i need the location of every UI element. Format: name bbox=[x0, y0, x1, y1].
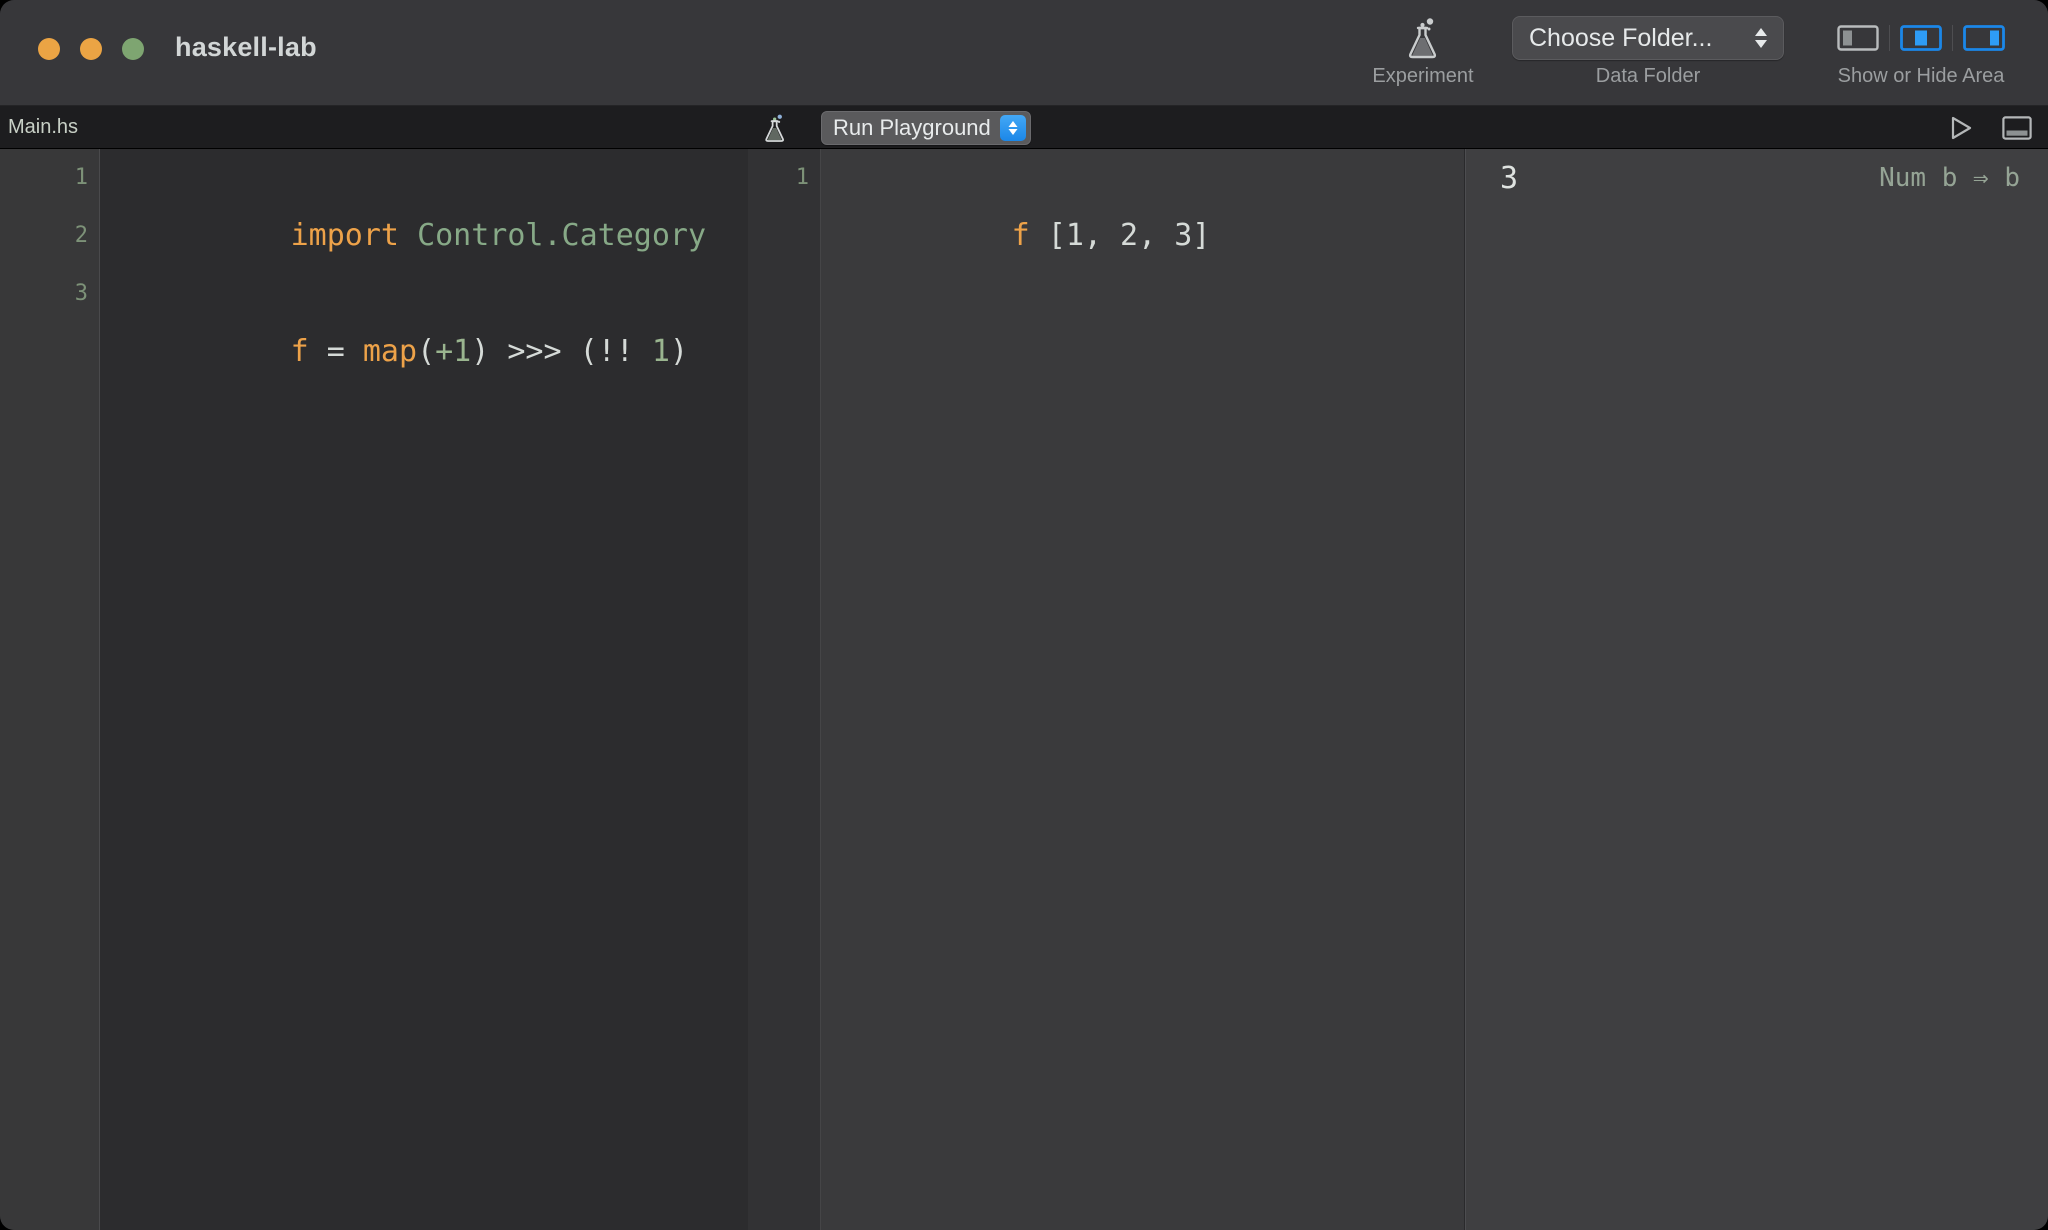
code-token: f bbox=[1011, 218, 1030, 253]
experiment-label: Experiment bbox=[1372, 65, 1474, 87]
toggle-bottom-panel-icon[interactable] bbox=[2000, 113, 2034, 143]
tab-main-hs[interactable]: Main.hs bbox=[8, 116, 78, 139]
line-number: 1 bbox=[795, 165, 809, 190]
line-number: 1 bbox=[74, 165, 88, 190]
flask-icon bbox=[1363, 16, 1483, 60]
line-number: 2 bbox=[74, 223, 88, 248]
playground-pane[interactable]: 1 f [1, 2, 3] bbox=[748, 149, 1465, 1230]
tab-strip-right-buttons bbox=[1944, 110, 2034, 146]
code-token: 2 bbox=[1120, 218, 1139, 253]
code-token: , bbox=[1138, 218, 1175, 253]
code-token: [ bbox=[1029, 218, 1066, 253]
minimize-button[interactable] bbox=[80, 38, 102, 60]
code-token: 1 bbox=[1065, 218, 1084, 253]
window-title: haskell-lab bbox=[175, 32, 317, 62]
chevron-up-down-icon bbox=[1751, 23, 1771, 53]
code-token: import bbox=[290, 218, 418, 253]
show-hide-area-toolbar-item: Show or Hide Area bbox=[1806, 16, 2036, 88]
run-play-icon[interactable] bbox=[1944, 113, 1978, 143]
code-line: f [1, 2, 3] bbox=[822, 149, 1465, 253]
chevron-up-down-icon bbox=[999, 115, 1026, 141]
run-playground-label: Run Playground bbox=[833, 115, 991, 140]
code-token: f bbox=[290, 334, 309, 369]
toggle-right-area-button[interactable] bbox=[1953, 16, 2015, 60]
code-token: = bbox=[308, 334, 363, 369]
show-hide-area-label: Show or Hide Area bbox=[1837, 65, 2005, 87]
editor-gutter: 1 2 3 bbox=[0, 149, 100, 1230]
result-type-signature: Num b ⇒ b bbox=[1879, 163, 2020, 193]
code-line: import Control.Category bbox=[101, 149, 748, 253]
code-token: Control.Category bbox=[417, 218, 707, 253]
choose-folder-value: Choose Folder... bbox=[1529, 23, 1713, 52]
code-token: 1 bbox=[651, 334, 670, 369]
code-token: 3 bbox=[1174, 218, 1193, 253]
data-folder-label: Data Folder bbox=[1595, 65, 1701, 87]
code-token: ( bbox=[417, 334, 436, 369]
results-pane: 3 Num b ⇒ b bbox=[1465, 149, 2048, 1230]
code-token: ) bbox=[669, 334, 688, 369]
code-token: map bbox=[362, 334, 418, 369]
tab-strip: Main.hs Run Playground bbox=[0, 106, 2048, 149]
playground-gutter: 1 bbox=[748, 149, 821, 1230]
code-token: ) >>> (!! bbox=[471, 334, 652, 369]
flask-icon bbox=[757, 110, 793, 146]
choose-folder-popup-button[interactable]: Choose Folder... bbox=[1512, 16, 1784, 60]
code-token: +1 bbox=[435, 334, 472, 369]
data-folder-toolbar-item: Choose Folder... Data Folder bbox=[1512, 16, 1784, 88]
content-panes: 1 2 3 import Control.Category f = map(+1… bbox=[0, 149, 2048, 1230]
toggle-middle-area-button[interactable] bbox=[1890, 16, 1952, 60]
code-token: ] bbox=[1192, 218, 1211, 253]
result-value: 3 bbox=[1500, 160, 1519, 196]
zoom-button[interactable] bbox=[122, 38, 144, 60]
traffic-light-group bbox=[38, 38, 144, 60]
experiment-toolbar-item[interactable]: Experiment bbox=[1363, 16, 1483, 88]
code-token: , bbox=[1083, 218, 1120, 253]
run-playground-popup-button[interactable]: Run Playground bbox=[821, 111, 1031, 145]
line-number: 3 bbox=[74, 281, 88, 306]
toggle-left-area-button[interactable] bbox=[1827, 16, 1889, 60]
editor-code-area[interactable]: import Control.Category f = map(+1) >>> … bbox=[101, 149, 748, 1230]
result-row: 3 Num b ⇒ b bbox=[1466, 149, 2048, 207]
app-window: haskell-lab Experiment Choose Folder... bbox=[0, 0, 2048, 1230]
playground-code-area[interactable]: f [1, 2, 3] bbox=[822, 149, 1465, 1230]
close-button[interactable] bbox=[38, 38, 60, 60]
title-bar: haskell-lab Experiment Choose Folder... bbox=[0, 0, 2048, 106]
editor-pane[interactable]: 1 2 3 import Control.Category f = map(+1… bbox=[0, 149, 748, 1230]
